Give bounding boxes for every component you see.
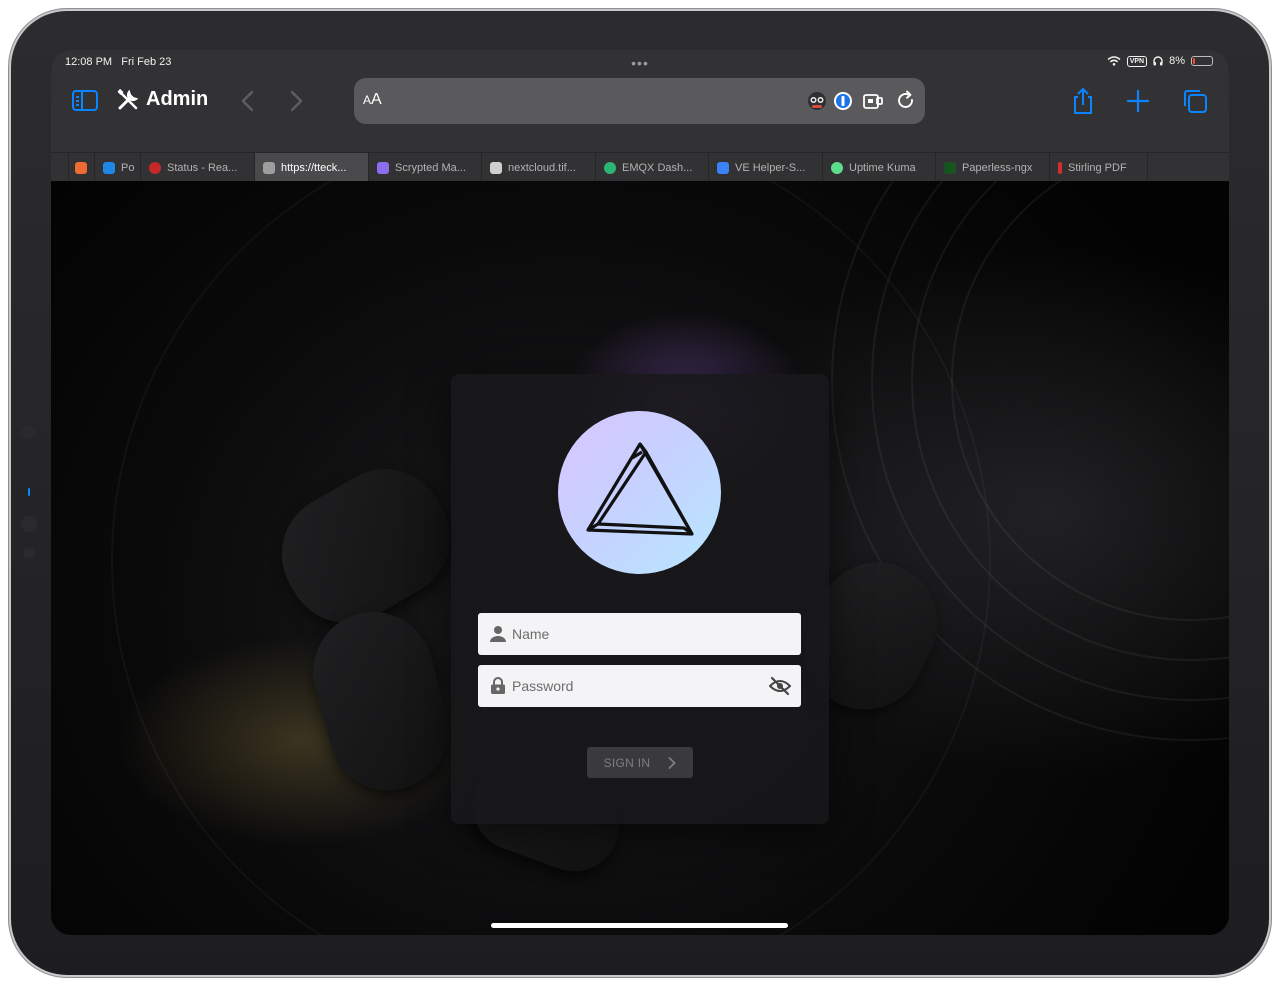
chevron-right-icon — [668, 756, 677, 769]
status-right: VPN 8% — [1107, 55, 1213, 67]
camera-lens — [21, 516, 37, 532]
scrypted-favicon-icon — [377, 161, 389, 174]
sign-in-button[interactable]: SIGN IN — [587, 747, 693, 778]
address-bar[interactable]: AA — [354, 78, 925, 124]
emqx-favicon-icon — [604, 161, 616, 174]
tab-label: EMQX Dash... — [622, 161, 693, 174]
sensor-dot — [23, 547, 35, 559]
reload-icon[interactable] — [895, 90, 917, 112]
tab-item[interactable]: Stirling PDF — [1050, 153, 1148, 182]
tab-item[interactable]: Status - Rea... — [141, 153, 255, 182]
photoprism-logo — [558, 411, 721, 574]
password-input[interactable] — [512, 665, 762, 707]
tab-label: Po — [121, 161, 135, 174]
nextcloud-favicon-icon — [490, 161, 502, 174]
battery-percent: 8% — [1169, 55, 1185, 67]
tab-item[interactable] — [69, 153, 95, 182]
extension-icon[interactable] — [862, 90, 884, 112]
portainer-favicon-icon — [103, 161, 115, 174]
sign-in-label: SIGN IN — [603, 755, 651, 770]
tab-item[interactable]: Paperless-ngx — [936, 153, 1050, 182]
sidebar-toggle-icon[interactable] — [72, 90, 98, 111]
tab-strip-spacer — [51, 153, 69, 181]
paperless-favicon-icon — [944, 161, 956, 174]
user-icon — [490, 626, 506, 642]
name-field[interactable] — [478, 613, 801, 655]
lock-icon — [491, 677, 505, 694]
camera-dot — [22, 425, 36, 439]
tab-item[interactable]: Uptime Kuma — [823, 153, 936, 182]
status-time: 12:08 PM Fri Feb 23 — [65, 56, 171, 68]
reader-options-button[interactable]: AA — [363, 91, 382, 109]
tab-item[interactable]: VE Helper-S... — [709, 153, 823, 182]
tab-item[interactable]: Po — [95, 153, 141, 182]
tab-label: Status - Rea... — [167, 161, 238, 174]
close-tab-icon[interactable] — [263, 161, 275, 174]
eye-off-icon[interactable] — [769, 676, 791, 696]
tab-item-active[interactable]: https://tteck... — [255, 153, 369, 182]
back-icon[interactable] — [239, 90, 257, 112]
ve-helper-favicon-icon — [717, 161, 729, 174]
stirling-pdf-favicon-icon — [1058, 161, 1062, 174]
share-icon[interactable] — [1069, 87, 1097, 115]
new-tab-icon[interactable] — [1124, 87, 1152, 115]
tab-label: nextcloud.tif... — [508, 161, 576, 174]
page-title: Admin — [146, 88, 209, 110]
headphones-icon — [1153, 56, 1163, 66]
wifi-icon — [1107, 56, 1121, 66]
tab-item[interactable]: nextcloud.tif... — [482, 153, 596, 182]
tab-label: VE Helper-S... — [735, 161, 806, 174]
pencil-indicator — [28, 488, 30, 496]
browser-chrome: 12:08 PM Fri Feb 23 ••• VPN 8% Admin AA … — [51, 50, 1229, 182]
tabs-overview-icon[interactable] — [1181, 87, 1209, 115]
grafana-favicon-icon — [75, 161, 87, 174]
vpn-badge: VPN — [1126, 55, 1148, 67]
tab-label: Stirling PDF — [1068, 161, 1127, 174]
password-field[interactable] — [478, 665, 801, 707]
login-page: SIGN IN — [51, 181, 1229, 935]
uptime-kuma-favicon-icon — [831, 161, 843, 174]
prism-logo-icon — [585, 441, 694, 536]
tab-label: Uptime Kuma — [849, 161, 916, 174]
tab-strip: Po Status - Rea... https://tteck... Scry… — [51, 152, 1229, 182]
clock-time: 12:08 PM — [65, 56, 113, 68]
tools-icon — [117, 89, 139, 110]
battery-fill — [1193, 58, 1195, 64]
screen: 12:08 PM Fri Feb 23 ••• VPN 8% Admin AA … — [51, 50, 1229, 935]
tab-label: https://tteck... — [281, 161, 347, 174]
battery-icon — [1191, 56, 1213, 66]
home-indicator[interactable] — [491, 923, 788, 928]
multitasking-dots-icon[interactable]: ••• — [631, 55, 649, 71]
login-card: SIGN IN — [451, 374, 829, 824]
forward-icon[interactable] — [287, 90, 305, 112]
name-input[interactable] — [512, 613, 762, 655]
ad-block-extension-icon[interactable] — [806, 90, 828, 112]
tab-label: Scrypted Ma... — [395, 161, 466, 174]
tab-item[interactable]: EMQX Dash... — [596, 153, 709, 182]
clock-date: Fri Feb 23 — [121, 56, 172, 68]
tab-label: Paperless-ngx — [962, 161, 1033, 174]
tab-item[interactable]: Scrypted Ma... — [369, 153, 482, 182]
status-favicon-icon — [149, 161, 161, 174]
password-manager-icon[interactable] — [832, 90, 854, 112]
